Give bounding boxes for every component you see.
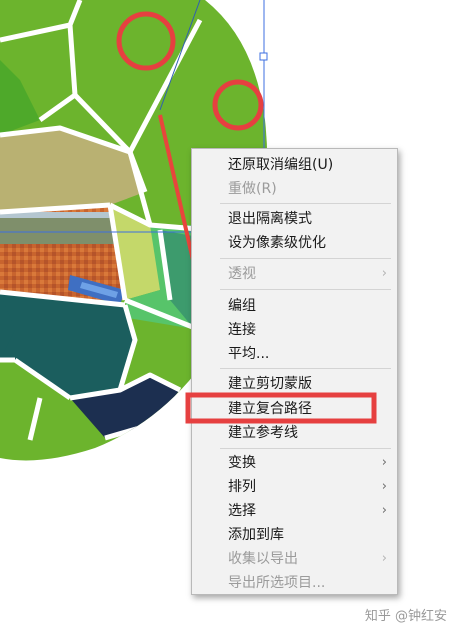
menu-item-average[interactable]: 平均...: [192, 342, 397, 366]
menu-item-label: 添加到库: [228, 527, 284, 543]
menu-item-label: 还原取消编组(U): [228, 157, 334, 173]
menu-item-label: 变换: [228, 455, 256, 471]
menu-item-export-selection: 导出所选项目...: [192, 571, 397, 595]
menu-separator: [220, 203, 391, 204]
menu-separator: [220, 448, 391, 449]
menu-item-label: 建立参考线: [228, 425, 298, 441]
chevron-right-icon: ›: [381, 503, 387, 518]
menu-item-make-guides[interactable]: 建立参考线: [192, 421, 397, 445]
menu-item-label: 选择: [228, 503, 256, 519]
menu-item-label: 重做(R): [228, 181, 277, 197]
menu-item-label: 建立复合路径: [228, 401, 312, 417]
menu-item-label: 导出所选项目...: [228, 575, 326, 591]
menu-item-label: 退出隔离模式: [228, 211, 312, 227]
menu-item-transform[interactable]: 变换 ›: [192, 451, 397, 475]
menu-separator: [220, 289, 391, 290]
menu-item-label: 透视: [228, 266, 256, 282]
anchor-point-icon[interactable]: [259, 52, 268, 61]
menu-item-select[interactable]: 选择 ›: [192, 499, 397, 523]
menu-item-perspective: 透视 ›: [192, 262, 397, 286]
menu-item-label: 收集以导出: [228, 551, 298, 567]
menu-item-label: 设为像素级优化: [228, 235, 326, 251]
menu-item-label: 排列: [228, 479, 256, 495]
menu-item-arrange[interactable]: 排列 ›: [192, 475, 397, 499]
menu-item-pixel-optimization[interactable]: 设为像素级优化: [192, 231, 397, 255]
menu-item-label: 建立剪切蒙版: [228, 376, 312, 392]
menu-item-label: 连接: [228, 322, 256, 338]
menu-item-label: 编组: [228, 298, 256, 314]
menu-item-redo: 重做(R): [192, 177, 397, 201]
chevron-right-icon: ›: [381, 479, 387, 494]
menu-item-label: 平均...: [228, 346, 270, 362]
chevron-right-icon: ›: [381, 551, 387, 566]
context-menu: 还原取消编组(U) 重做(R) 退出隔离模式 设为像素级优化 透视 › 编组 连…: [191, 148, 398, 595]
menu-item-group[interactable]: 编组: [192, 294, 397, 318]
menu-item-add-to-library[interactable]: 添加到库: [192, 523, 397, 547]
menu-item-join[interactable]: 连接: [192, 318, 397, 342]
chevron-right-icon: ›: [381, 455, 387, 470]
menu-separator: [220, 258, 391, 259]
menu-item-collect-for-export: 收集以导出 ›: [192, 547, 397, 571]
menu-separator: [220, 368, 391, 369]
menu-item-undo-ungroup[interactable]: 还原取消编组(U): [192, 153, 397, 177]
chevron-right-icon: ›: [381, 266, 387, 281]
menu-item-exit-isolation-mode[interactable]: 退出隔离模式: [192, 207, 397, 231]
menu-item-make-compound-path[interactable]: 建立复合路径: [192, 397, 397, 421]
menu-item-make-clipping-mask[interactable]: 建立剪切蒙版: [192, 372, 397, 396]
watermark: 知乎 @钟红安: [364, 609, 447, 624]
